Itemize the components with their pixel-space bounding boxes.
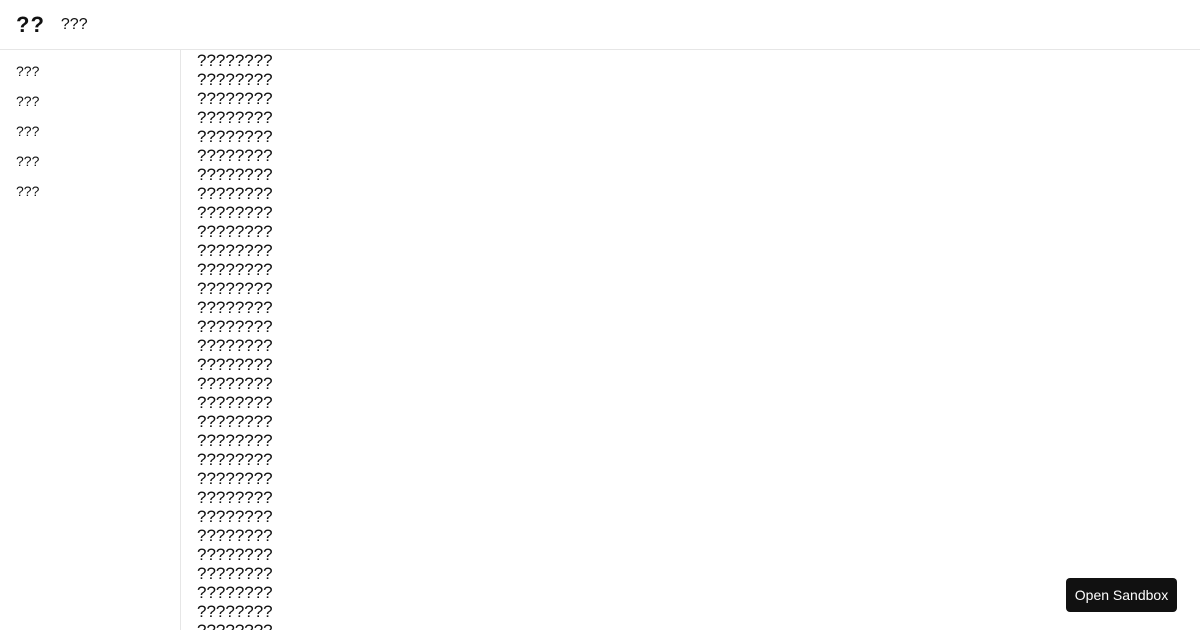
sidebar: ??? ??? ??? ??? ??? bbox=[0, 50, 181, 630]
open-sandbox-button[interactable]: Open Sandbox bbox=[1066, 578, 1177, 612]
content-line: ???????? bbox=[197, 241, 273, 260]
content-line: ???????? bbox=[197, 564, 273, 583]
content-line: ???????? bbox=[197, 298, 273, 317]
content-line: ???????? bbox=[197, 127, 273, 146]
logo[interactable]: ?? bbox=[16, 13, 45, 36]
content-list: ???????? ???????? ???????? ???????? ????… bbox=[181, 50, 1200, 630]
sidebar-item-5[interactable]: ??? bbox=[0, 176, 180, 206]
content-line: ???????? bbox=[197, 412, 273, 431]
content-line: ???????? bbox=[197, 602, 273, 621]
content-line: ???????? bbox=[197, 355, 273, 374]
content-line: ???????? bbox=[197, 51, 273, 70]
content-line: ???????? bbox=[197, 89, 273, 108]
content-line: ???????? bbox=[197, 621, 1200, 630]
content-line: ???????? bbox=[197, 317, 273, 336]
content-line: ???????? bbox=[197, 222, 273, 241]
content-line: ???????? bbox=[197, 108, 273, 127]
content-line: ???????? bbox=[197, 146, 273, 165]
content-line: ???????? bbox=[197, 507, 273, 526]
content-line: ???????? bbox=[197, 260, 273, 279]
main-content: ???????? ???????? ???????? ???????? ????… bbox=[181, 50, 1200, 630]
content-line: ???????? bbox=[197, 70, 273, 89]
content-line: ???????? bbox=[197, 165, 273, 184]
content-line: ???????? bbox=[197, 488, 273, 507]
content-line: ???????? bbox=[197, 450, 273, 469]
sidebar-item-4[interactable]: ??? bbox=[0, 146, 180, 176]
sidebar-item-2[interactable]: ??? bbox=[0, 86, 180, 116]
sidebar-item-3[interactable]: ??? bbox=[0, 116, 180, 146]
content-line: ???????? bbox=[197, 469, 273, 488]
content-line: ???????? bbox=[197, 393, 273, 412]
content-line: ???????? bbox=[197, 545, 273, 564]
sidebar-item-1[interactable]: ??? bbox=[0, 56, 180, 86]
sidebar-nav-list: ??? ??? ??? ??? ??? bbox=[0, 50, 180, 206]
header-title[interactable]: ??? bbox=[61, 16, 88, 33]
content-line: ???????? bbox=[197, 526, 273, 545]
content-line: ???????? bbox=[197, 431, 273, 450]
content-line: ???????? bbox=[197, 203, 273, 222]
content-line: ???????? bbox=[197, 336, 273, 355]
content-line: ???????? bbox=[197, 374, 273, 393]
content-line: ???????? bbox=[197, 583, 273, 602]
content-line: ???????? bbox=[197, 184, 273, 203]
app-header: ?? ??? bbox=[0, 0, 1200, 50]
content-line: ???????? bbox=[197, 279, 273, 298]
